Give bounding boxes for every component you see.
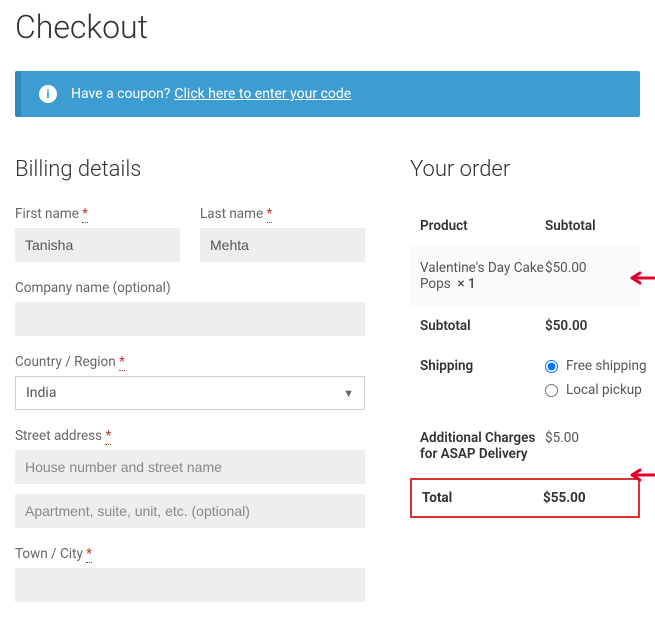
first-name-input[interactable] xyxy=(15,228,180,262)
order-header-row: Product Subtotal xyxy=(410,206,640,246)
coupon-link[interactable]: Click here to enter your code xyxy=(174,86,351,102)
page-title: Checkout xyxy=(15,8,640,46)
coupon-question: Have a coupon? xyxy=(71,86,170,102)
required-mark: * xyxy=(86,546,92,563)
company-input[interactable] xyxy=(15,302,365,336)
ship-local-radio[interactable] xyxy=(545,384,558,397)
country-value: India xyxy=(26,385,56,401)
subtotal-value: $50.00 xyxy=(545,318,630,334)
col-subtotal: Subtotal xyxy=(545,218,630,234)
total-row: Total $55.00 xyxy=(410,478,640,518)
charge-label: Additional Charges for ASAP Delivery xyxy=(420,430,545,462)
total-value: $55.00 xyxy=(543,490,628,506)
company-label: Company name (optional) xyxy=(15,280,365,296)
order-item-row: Valentine's Day Cake Pops × 1 $50.00 xyxy=(410,246,640,306)
total-label: Total xyxy=(422,490,543,506)
required-mark: * xyxy=(82,206,88,223)
billing-heading: Billing details xyxy=(15,157,365,182)
item-name: Valentine's Day Cake Pops xyxy=(420,260,544,292)
required-mark: * xyxy=(105,428,111,445)
col-product: Product xyxy=(420,218,545,234)
subtotal-label: Subtotal xyxy=(420,318,545,334)
coupon-banner: i Have a coupon? Click here to enter you… xyxy=(15,71,640,117)
street-label: Street address * xyxy=(15,428,365,444)
required-mark: * xyxy=(267,206,273,223)
country-label: Country / Region * xyxy=(15,354,365,370)
country-select[interactable]: India ▼ xyxy=(15,376,365,410)
shipping-row: Shipping Free shipping Local pickup xyxy=(410,346,640,418)
charge-row: Additional Charges for ASAP Delivery $5.… xyxy=(410,418,640,474)
shipping-label: Shipping xyxy=(420,358,545,374)
ship-local-label: Local pickup xyxy=(566,382,642,398)
required-mark: * xyxy=(119,354,125,371)
ship-free-radio[interactable] xyxy=(545,360,558,373)
item-subtotal: $50.00 xyxy=(545,260,630,292)
last-name-input[interactable] xyxy=(200,228,365,262)
ship-free-label: Free shipping xyxy=(566,358,647,374)
street1-input[interactable] xyxy=(15,450,365,484)
city-label: Town / City * xyxy=(15,546,365,562)
info-icon: i xyxy=(39,85,57,103)
first-name-label: First name * xyxy=(15,206,180,222)
order-heading: Your order xyxy=(410,157,640,182)
order-table: Product Subtotal Valentine's Day Cake Po… xyxy=(410,206,640,518)
street2-input[interactable] xyxy=(15,494,365,528)
last-name-label: Last name * xyxy=(200,206,365,222)
item-qty: × 1 xyxy=(457,276,475,292)
charge-value: $5.00 xyxy=(545,430,630,462)
city-input[interactable] xyxy=(15,568,365,602)
chevron-down-icon: ▼ xyxy=(343,387,354,400)
subtotal-row: Subtotal $50.00 xyxy=(410,306,640,346)
